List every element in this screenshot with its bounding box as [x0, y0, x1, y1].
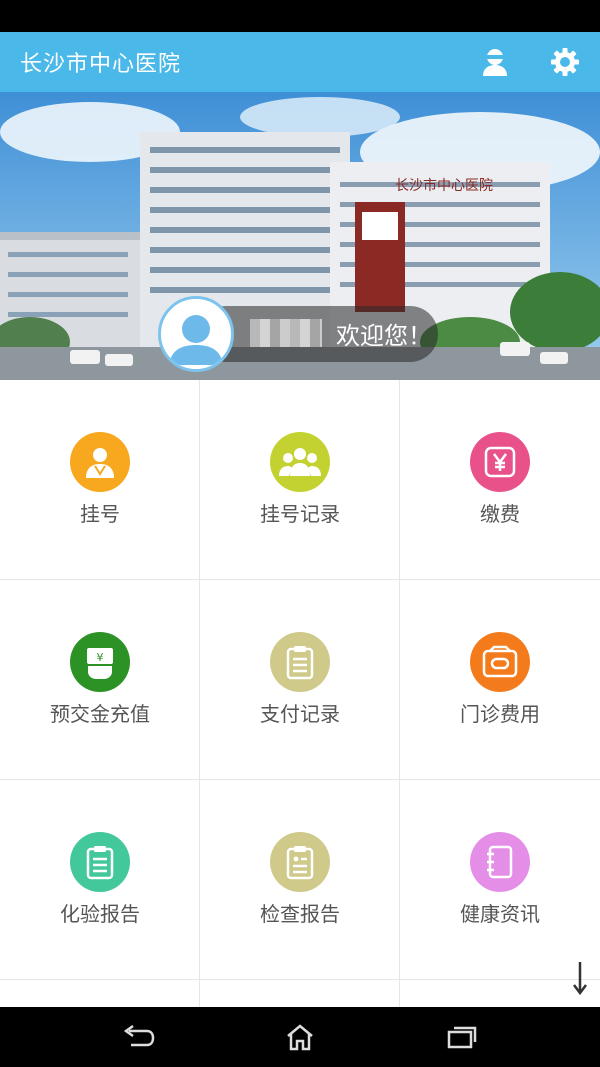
menu-item-lab-report[interactable]: 化验报告 [0, 780, 200, 980]
report-icon [270, 832, 330, 892]
app-title: 长沙市中心医院 [20, 52, 182, 77]
cash-hand-icon: ¥ [70, 632, 130, 692]
menu-item-payment-records[interactable]: 支付记录 [200, 580, 400, 780]
report-icon [70, 832, 130, 892]
scroll-down-icon[interactable] [568, 960, 592, 996]
menu-item-registration[interactable]: 挂号 [0, 380, 200, 580]
function-grid: 挂号 挂号记录 缴费 ¥ 预交金充值 支付记录 门诊费用 化验报告 检查报告 健… [0, 380, 600, 1007]
system-nav-bar [0, 1007, 600, 1067]
menu-item-label: 预交金充值 [50, 702, 150, 726]
menu-item-label: 化验报告 [60, 902, 140, 926]
recent-apps-icon[interactable] [440, 1021, 484, 1053]
avatar[interactable] [158, 296, 234, 372]
menu-item-label: 挂号记录 [260, 502, 340, 526]
menu-item-payment[interactable]: 缴费 [400, 380, 600, 580]
clipboard-icon [270, 632, 330, 692]
welcome-text: 欢迎您！ [336, 322, 432, 350]
menu-item-label: 检查报告 [260, 902, 340, 926]
menu-item-outpatient-fees[interactable]: 门诊费用 [400, 580, 600, 780]
home-icon[interactable] [278, 1021, 322, 1053]
menu-item-exam-report[interactable]: 检查报告 [200, 780, 400, 980]
svg-text:¥: ¥ [97, 651, 104, 664]
menu-item-partial [200, 980, 400, 1007]
notebook-icon [470, 832, 530, 892]
menu-item-partial [0, 980, 200, 1007]
menu-item-label: 支付记录 [260, 702, 340, 726]
menu-item-label: 健康资讯 [460, 902, 540, 926]
hospital-sign: 长沙市中心医院 [395, 177, 493, 194]
gear-icon[interactable] [547, 44, 583, 80]
status-bar [0, 0, 600, 32]
menu-item-registration-records[interactable]: 挂号记录 [200, 380, 400, 580]
menu-item-deposit-recharge[interactable]: ¥ 预交金充值 [0, 580, 200, 780]
menu-item-label: 缴费 [480, 502, 520, 526]
group-icon [270, 432, 330, 492]
menu-item-label: 门诊费用 [460, 702, 540, 726]
user-icon[interactable] [477, 44, 513, 80]
wallet-icon [470, 632, 530, 692]
app-bar: 长沙市中心医院 [0, 32, 600, 92]
menu-item-label: 挂号 [80, 502, 120, 526]
yuan-icon [470, 432, 530, 492]
back-icon[interactable] [116, 1021, 160, 1053]
menu-item-health-news[interactable]: 健康资讯 [400, 780, 600, 980]
username-redacted [250, 319, 322, 347]
doctor-icon [70, 432, 130, 492]
